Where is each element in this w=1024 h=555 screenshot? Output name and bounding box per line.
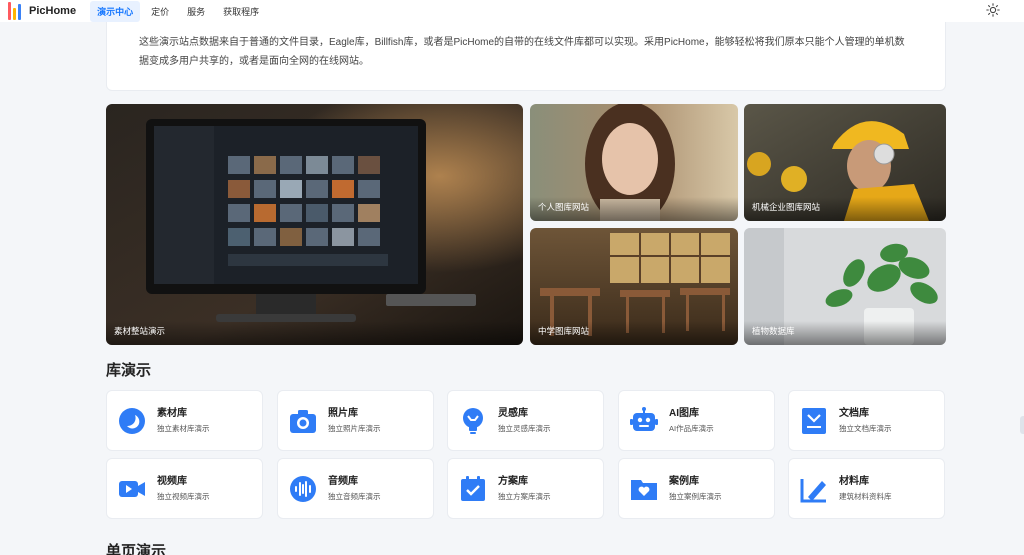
library-card-desc: 独立方案库演示 xyxy=(498,492,551,501)
library-card-desc: 独立音频库演示 xyxy=(328,492,381,501)
intro-text-line-2: 据变成多用户共享的，或者是面向全网的在线网站。 xyxy=(139,56,369,67)
case-icon xyxy=(631,480,657,500)
robot-icon xyxy=(630,407,658,431)
library-card-title: 方案库 xyxy=(498,476,528,487)
library-card-inspiration[interactable]: 灵感库 独立灵感库演示 xyxy=(447,390,604,451)
library-card-title: 文档库 xyxy=(839,408,869,419)
gallery-tile-school-caption: 中学图库网站 xyxy=(530,321,738,345)
document-icon xyxy=(802,408,826,434)
camera-icon xyxy=(290,410,316,433)
library-card-title: 灵感库 xyxy=(498,408,528,419)
library-card-plan[interactable]: 方案库 独立方案库演示 xyxy=(447,458,604,519)
gallery-tile-personal-caption: 个人图库网站 xyxy=(530,197,738,221)
library-card-title: 照片库 xyxy=(328,408,358,419)
gallery-tile-main-caption: 素材整站演示 xyxy=(106,321,523,345)
library-card-case[interactable]: 案例库 独立案例库演示 xyxy=(618,458,775,519)
library-section-title: 库演示 xyxy=(106,362,152,379)
single-page-section-title: 单页演示 xyxy=(106,543,167,555)
gallery-tile-plant-caption: 植物数据库 xyxy=(744,321,946,345)
sun-icon[interactable] xyxy=(986,3,1000,17)
intro-card: 这些演示站点数据来自于普通的文件目录，Eagle库，Billfish库，或者是P… xyxy=(106,22,946,91)
app-name: PicHome xyxy=(29,5,77,17)
nav-item-pricing[interactable]: 定价 xyxy=(144,1,176,22)
library-card-desc: 独立灵感库演示 xyxy=(498,424,551,433)
library-card-title: 材料库 xyxy=(839,476,869,487)
library-card-title: 音频库 xyxy=(328,476,358,487)
library-card-material-building[interactable]: 材料库 建筑材料资料库 xyxy=(788,458,945,519)
library-card-desc: 独立视频库演示 xyxy=(157,492,210,501)
nav-item-get-program[interactable]: 获取程序 xyxy=(216,1,266,22)
audio-icon xyxy=(290,476,316,502)
plan-icon xyxy=(461,476,485,501)
gallery-tile-personal[interactable]: 个人图库网站 xyxy=(530,104,738,221)
nav-item-demo-center[interactable]: 演示中心 xyxy=(90,0,141,22)
intro-text-line-1: 这些演示站点数据来自于普通的文件目录，Eagle库，Billfish库，或者是P… xyxy=(139,37,905,48)
logo[interactable]: PicHome xyxy=(8,2,76,20)
side-handle[interactable] xyxy=(1020,416,1024,434)
library-card-video[interactable]: 视频库 独立视频库演示 xyxy=(106,458,263,519)
library-card-desc: 建筑材料资料库 xyxy=(839,492,892,501)
library-card-title: AI图库 xyxy=(669,408,699,419)
library-card-photo[interactable]: 照片库 独立照片库演示 xyxy=(277,390,434,451)
bulb-icon xyxy=(463,408,483,434)
video-icon xyxy=(119,481,145,497)
library-card-desc: AI作品库演示 xyxy=(669,424,714,433)
library-card-material[interactable]: 素材库 独立素材库演示 xyxy=(106,390,263,451)
library-card-desc: 独立文档库演示 xyxy=(839,424,892,433)
gallery-tile-machinery-caption: 机械企业图库网站 xyxy=(744,197,946,221)
material-icon xyxy=(800,479,826,503)
monitor-photo xyxy=(106,104,523,345)
library-card-desc: 独立素材库演示 xyxy=(157,424,210,433)
library-card-title: 视频库 xyxy=(157,476,187,487)
top-nav: PicHome 演示中心 定价 服务 获取程序 xyxy=(0,0,1024,22)
library-card-title: 案例库 xyxy=(669,476,699,487)
library-card-desc: 独立案例库演示 xyxy=(669,492,722,501)
library-card-audio[interactable]: 音频库 独立音频库演示 xyxy=(277,458,434,519)
library-card-document[interactable]: 文档库 独立文档库演示 xyxy=(788,390,945,451)
nav-item-services[interactable]: 服务 xyxy=(180,1,212,22)
library-card-ai[interactable]: AI图库 AI作品库演示 xyxy=(618,390,775,451)
gallery-tile-main[interactable]: 素材整站演示 xyxy=(106,104,523,345)
logo-icon xyxy=(8,2,21,20)
gallery-tile-school[interactable]: 中学图库网站 xyxy=(530,228,738,345)
gallery-tile-machinery[interactable]: 机械企业图库网站 xyxy=(744,104,946,221)
moon-icon xyxy=(119,408,145,434)
library-card-title: 素材库 xyxy=(157,408,187,419)
gallery-tile-plant[interactable]: 植物数据库 xyxy=(744,228,946,345)
library-card-desc: 独立照片库演示 xyxy=(328,424,381,433)
